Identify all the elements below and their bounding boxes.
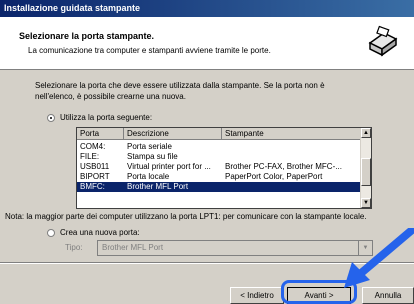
port-cell: BIPORT xyxy=(80,172,110,181)
wizard-header: Selezionare la porta stampante. La comun… xyxy=(0,17,414,70)
printer-cell: PaperPort Color, PaperPort xyxy=(225,172,323,181)
description-cell: Stampa su file xyxy=(127,152,178,161)
port-type-value: Brother MFL Port xyxy=(102,243,164,252)
instructions: Selezionare la porta che deve essere uti… xyxy=(35,80,375,102)
port-cell: COM4: xyxy=(80,142,106,151)
scroll-down-icon[interactable]: ▼ xyxy=(361,198,371,208)
lpt1-note: Nota: la maggior parte dei computer util… xyxy=(5,212,367,221)
new-port-label: Crea una nuova porta: xyxy=(60,228,140,237)
list-item[interactable]: BIPORT Porta locale PaperPort Color, Pap… xyxy=(77,172,361,182)
column-header-stampante[interactable]: Stampante xyxy=(222,128,361,140)
scroll-up-icon[interactable]: ▲ xyxy=(361,128,371,138)
window-title: Installazione guidata stampante xyxy=(0,0,414,17)
list-item[interactable]: FILE: Stampa su file xyxy=(77,152,361,162)
header-subtitle: La comunicazione tra computer e stampant… xyxy=(28,46,271,55)
pointer-arrow-icon xyxy=(344,228,414,288)
port-list-scrollbar[interactable]: ▲ ▼ xyxy=(360,128,371,208)
scroll-thumb[interactable] xyxy=(361,158,371,186)
instructions-line-2: nell'elenco, è possibile crearne una nuo… xyxy=(35,92,186,101)
printer-port-icon xyxy=(365,25,399,60)
description-cell: Virtual printer port for ... xyxy=(127,162,211,171)
port-list-header: Porta Descrizione Stampante xyxy=(77,128,361,140)
port-list[interactable]: Porta Descrizione Stampante COM4: Porta … xyxy=(76,127,372,209)
port-cell: FILE: xyxy=(80,152,100,161)
use-port-radio[interactable] xyxy=(47,114,55,122)
description-cell: Porta locale xyxy=(127,172,170,181)
type-label: Tipo: xyxy=(65,243,83,252)
list-item[interactable]: USB011 Virtual printer port for ... Brot… xyxy=(77,162,361,172)
instructions-line-1: Selezionare la porta che deve essere uti… xyxy=(35,81,325,90)
list-item-selected[interactable]: BMFC: Brother MFL Port xyxy=(77,182,361,192)
port-cell: USB011 xyxy=(80,162,110,171)
use-port-label: Utilizza la porta seguente: xyxy=(60,113,153,122)
header-title: Selezionare la porta stampante. xyxy=(19,31,155,41)
description-cell: Porta seriale xyxy=(127,142,172,151)
description-cell: Brother MFL Port xyxy=(127,182,189,191)
back-button[interactable]: < Indietro xyxy=(230,287,284,304)
column-header-descrizione[interactable]: Descrizione xyxy=(124,128,222,140)
new-port-radio[interactable] xyxy=(47,229,55,237)
port-type-select[interactable]: Brother MFL Port ▼ xyxy=(97,240,373,256)
column-header-porta[interactable]: Porta xyxy=(77,128,124,140)
printer-cell: Brother PC-FAX, Brother MFC-... xyxy=(225,162,342,171)
port-cell: BMFC: xyxy=(80,182,105,191)
list-item[interactable]: COM4: Porta seriale xyxy=(77,142,361,152)
